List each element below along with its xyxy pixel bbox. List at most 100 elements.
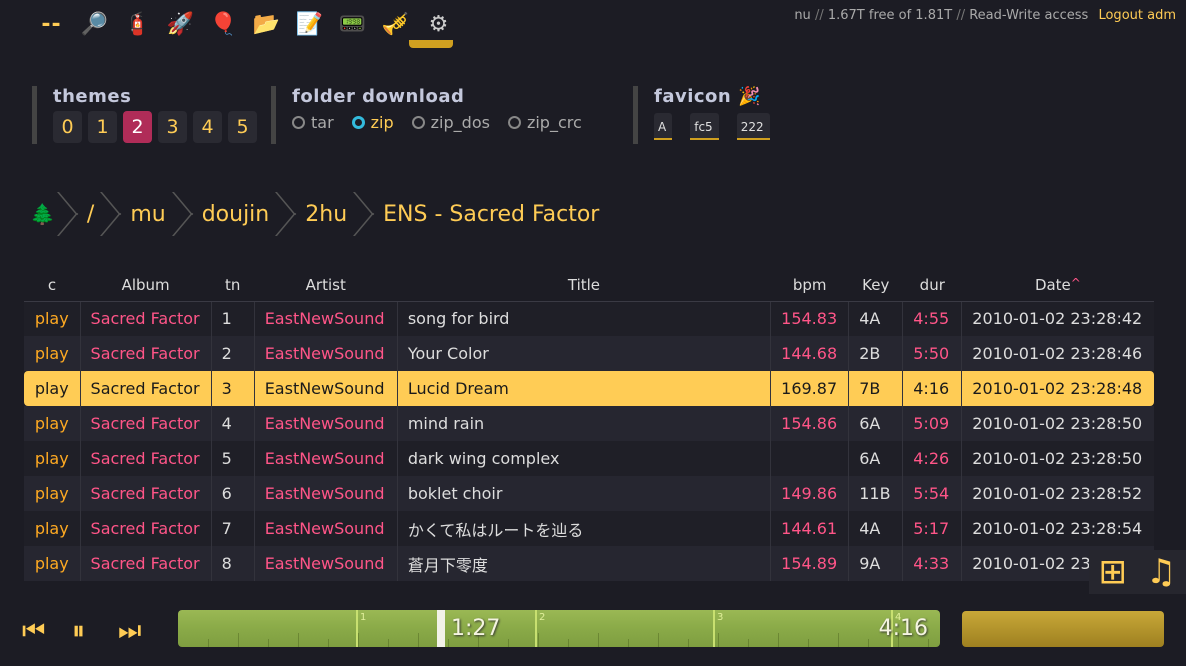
table-row[interactable]: play Sacred Factor 6 EastNewSound boklet cho… bbox=[24, 476, 1154, 511]
cell-album: Sacred Factor bbox=[79, 546, 212, 581]
theme-button-4[interactable]: 4 bbox=[193, 111, 222, 143]
seek-bar[interactable]: 1 2 3 4 1:27 4:16 bbox=[178, 610, 940, 647]
column-header-title[interactable]: Title bbox=[397, 270, 771, 302]
column-header-dur[interactable]: dur bbox=[902, 270, 962, 302]
cell-artist: EastNewSound bbox=[253, 336, 398, 371]
previous-track-icon[interactable]: ⏮ bbox=[22, 616, 45, 647]
cell-tn: 8 bbox=[210, 546, 255, 581]
cell-artist: EastNewSound bbox=[253, 441, 398, 476]
top-toolbar: -- 🔎 🧯 🚀 🎈 📂 📝 📟 🎺 ⚙ nu // 1.67T free of… bbox=[0, 0, 1186, 48]
username: nu bbox=[794, 8, 811, 23]
column-header-date[interactable]: Date^ bbox=[961, 270, 1154, 302]
themes-panel: themes 012345 bbox=[32, 86, 257, 144]
seek-tick bbox=[418, 633, 419, 647]
memo-icon[interactable]: 📝 bbox=[288, 4, 331, 44]
pause-icon[interactable]: ⏸ bbox=[72, 616, 85, 647]
pager-icon[interactable]: 📟 bbox=[331, 4, 374, 44]
column-header-artist[interactable]: Artist bbox=[254, 270, 398, 302]
balloon-icon[interactable]: 🎈 bbox=[202, 4, 245, 44]
cell-bpm: 144.68 bbox=[770, 336, 849, 371]
search-icon[interactable]: 🔎 bbox=[73, 4, 116, 44]
cell-dur: 5:54 bbox=[902, 476, 962, 511]
column-header-c[interactable]: c bbox=[24, 270, 81, 302]
radio-dot[interactable] bbox=[411, 116, 425, 129]
table-row[interactable]: play Sacred Factor 2 EastNewSound Your Color… bbox=[24, 336, 1154, 371]
theme-button-3[interactable]: 3 bbox=[158, 111, 187, 143]
next-track-icon[interactable]: ⏭ bbox=[118, 616, 141, 647]
cell-album: Sacred Factor bbox=[79, 441, 212, 476]
radio-zip[interactable]: zip bbox=[351, 113, 394, 132]
radio-tar[interactable]: tar bbox=[292, 113, 334, 132]
play-link[interactable]: play bbox=[24, 371, 81, 406]
radio-dot[interactable] bbox=[507, 116, 521, 129]
table-row[interactable]: play Sacred Factor 8 EastNewSound 蒼月下零度 154.8… bbox=[24, 546, 1154, 581]
dash-button[interactable]: -- bbox=[30, 4, 73, 44]
access-level: Read-Write access bbox=[969, 8, 1089, 23]
playhead[interactable] bbox=[437, 610, 445, 647]
play-link[interactable]: play bbox=[24, 406, 81, 441]
radio-label: zip bbox=[370, 113, 394, 132]
seek-tick bbox=[268, 639, 269, 647]
file-table: c Album tn Artist Title bpm Key dur Date^ play Sa… bbox=[24, 270, 1154, 581]
play-link[interactable]: play bbox=[24, 301, 81, 336]
column-header-key[interactable]: Key bbox=[848, 270, 903, 302]
cell-title: dark wing complex bbox=[396, 441, 771, 476]
play-link[interactable]: play bbox=[24, 441, 81, 476]
play-link[interactable]: play bbox=[24, 476, 81, 511]
cell-key: 6A bbox=[848, 406, 903, 441]
cell-artist: EastNewSound bbox=[253, 406, 398, 441]
cell-title: Your Color bbox=[396, 336, 771, 371]
cell-bpm: 149.86 bbox=[770, 476, 849, 511]
column-header-tn[interactable]: tn bbox=[211, 270, 255, 302]
breadcrumb-item[interactable]: ENS - Sacred Factor bbox=[379, 202, 603, 227]
play-link[interactable]: play bbox=[24, 546, 81, 581]
table-row[interactable]: play Sacred Factor 4 EastNewSound mind rain 1… bbox=[24, 406, 1154, 441]
chevron-right-icon bbox=[275, 192, 295, 236]
radio-zip_dos[interactable]: zip_dos bbox=[411, 113, 490, 132]
breadcrumb-item[interactable]: 2hu bbox=[301, 202, 351, 227]
cell-key: 2B bbox=[848, 336, 903, 371]
table-row[interactable]: play Sacred Factor 3 EastNewSound Lucid Drea… bbox=[24, 371, 1154, 406]
column-header-bpm[interactable]: bpm bbox=[770, 270, 849, 302]
theme-button-5[interactable]: 5 bbox=[228, 111, 257, 143]
table-row[interactable]: play Sacred Factor 5 EastNewSound dark wing … bbox=[24, 441, 1154, 476]
cell-artist: EastNewSound bbox=[253, 371, 398, 406]
rocket-icon[interactable]: 🚀 bbox=[159, 4, 202, 44]
favicon-input-0[interactable]: A bbox=[654, 113, 673, 140]
trumpet-icon[interactable]: 🎺 bbox=[374, 4, 417, 44]
favicon-input-2[interactable]: 222 bbox=[736, 113, 770, 140]
chapter-marker bbox=[713, 610, 715, 647]
cell-key: 4A bbox=[848, 511, 903, 546]
cell-tn: 6 bbox=[210, 476, 255, 511]
theme-button-2[interactable]: 2 bbox=[123, 111, 152, 143]
table-row[interactable]: play Sacred Factor 7 EastNewSound かくて私はルートを辿… bbox=[24, 511, 1154, 546]
folder-icon[interactable]: 📂 bbox=[245, 4, 288, 44]
breadcrumb-item[interactable]: mu bbox=[126, 202, 169, 227]
volume-bar[interactable] bbox=[962, 611, 1164, 647]
music-note-icon[interactable]: ♫ bbox=[1146, 552, 1176, 592]
extinguisher-icon[interactable]: 🧯 bbox=[116, 4, 159, 44]
theme-button-0[interactable]: 0 bbox=[53, 111, 82, 143]
play-link[interactable]: play bbox=[24, 511, 81, 546]
seek-tick bbox=[388, 639, 389, 647]
theme-button-1[interactable]: 1 bbox=[88, 111, 117, 143]
table-row[interactable]: play Sacred Factor 1 EastNewSound song for b… bbox=[24, 301, 1154, 336]
breadcrumb-item[interactable]: doujin bbox=[198, 202, 274, 227]
grid-view-icon[interactable]: ⊞ bbox=[1099, 552, 1128, 592]
play-link[interactable]: play bbox=[24, 336, 81, 371]
seek-tick bbox=[628, 639, 629, 647]
breadcrumb-item[interactable]: / bbox=[83, 202, 98, 227]
radio-dot[interactable] bbox=[351, 116, 365, 129]
cell-tn: 5 bbox=[210, 441, 255, 476]
cell-date: 2010-01-02 23:28:42 bbox=[961, 301, 1154, 336]
radio-zip_crc[interactable]: zip_crc bbox=[507, 113, 582, 132]
theme-options: 012345 bbox=[53, 111, 257, 143]
chapter-label: 3 bbox=[717, 612, 724, 623]
themes-title: themes bbox=[53, 86, 132, 107]
gear-icon[interactable]: ⚙ bbox=[417, 4, 460, 44]
radio-dot[interactable] bbox=[292, 116, 305, 129]
logout-link[interactable]: Logout adm bbox=[1098, 8, 1176, 23]
tree-icon[interactable]: 🌲 bbox=[30, 202, 55, 226]
column-header-album[interactable]: Album bbox=[80, 270, 212, 302]
favicon-input-1[interactable]: fc5 bbox=[690, 113, 719, 140]
